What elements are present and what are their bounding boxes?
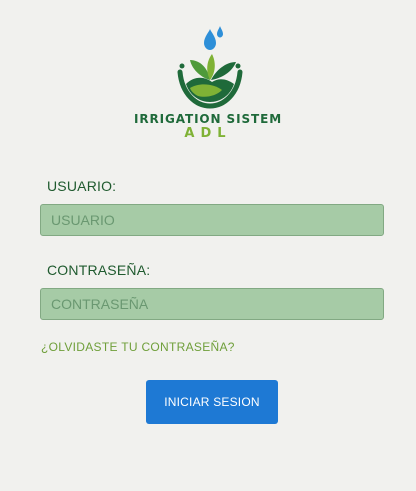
username-input[interactable] bbox=[40, 204, 384, 236]
irrigation-logo-icon bbox=[177, 26, 243, 109]
username-label: USUARIO: bbox=[47, 178, 117, 194]
password-input[interactable] bbox=[40, 288, 384, 320]
bowl-dot-right-icon bbox=[235, 63, 241, 69]
login-button[interactable]: INICIAR SESION bbox=[146, 380, 278, 424]
bowl-dot-left-icon bbox=[179, 63, 185, 69]
brand-subtitle: ADL bbox=[184, 126, 232, 141]
brand-logo: IRRIGATION SISTEM ADL bbox=[0, 26, 416, 146]
water-drop-small-icon bbox=[217, 26, 223, 38]
leaf-left-icon bbox=[190, 60, 210, 80]
login-page: IRRIGATION SISTEM ADL USUARIO: CONTRASEÑ… bbox=[0, 0, 416, 491]
password-label: CONTRASEÑA: bbox=[47, 262, 151, 278]
forgot-password-link[interactable]: ¿OLVIDASTE TU CONTRASEÑA? bbox=[41, 340, 235, 354]
water-drop-icon bbox=[204, 29, 216, 50]
brand-title: IRRIGATION SISTEM bbox=[133, 112, 283, 126]
